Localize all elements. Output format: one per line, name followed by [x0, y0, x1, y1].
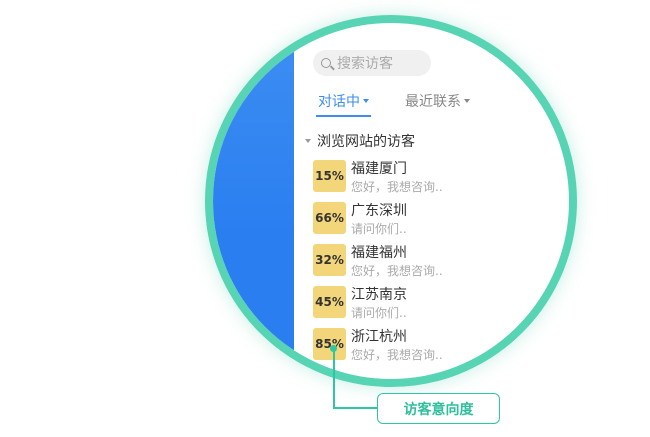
search-placeholder: 搜索访客	[337, 56, 393, 72]
callout-line	[333, 407, 378, 409]
collapse-arrow-icon	[305, 139, 311, 143]
visitor-item[interactable]: 66% 广东深圳 请问你们..	[313, 202, 513, 238]
callout-label: 访客意向度	[377, 393, 500, 424]
chevron-down-icon	[363, 99, 369, 103]
callout-line	[333, 349, 335, 408]
visitor-location: 浙江杭州	[351, 329, 407, 345]
intent-badge: 66%	[313, 202, 346, 234]
visitor-message: 您好，我想咨询..	[351, 348, 443, 362]
magnifier-circle: 搜索访客 对话中 最近联系 浏览网站的访客 15% 福建厦门 您好，我想咨询..…	[205, 15, 577, 387]
intent-badge: 85%	[313, 328, 346, 360]
visitor-location: 福建福州	[351, 245, 407, 261]
visitor-item[interactable]: 45% 江苏南京 请问你们..	[313, 286, 513, 322]
intent-badge: 32%	[313, 244, 346, 276]
chat-panel: 搜索访客 对话中 最近联系 浏览网站的访客 15% 福建厦门 您好，我想咨询..…	[213, 23, 569, 379]
visitor-group-header[interactable]: 浏览网站的访客	[305, 131, 415, 151]
visitor-item[interactable]: 15% 福建厦门 您好，我想咨询..	[313, 160, 513, 196]
intent-badge: 45%	[313, 286, 346, 318]
tab-bar: 对话中 最近联系	[316, 91, 518, 121]
tab-chatting-label: 对话中	[318, 94, 360, 110]
tab-recent-contacts-label: 最近联系	[405, 94, 461, 110]
search-icon	[321, 58, 331, 68]
intent-badge: 15%	[313, 160, 346, 192]
visitor-group-title: 浏览网站的访客	[317, 134, 415, 150]
visitor-message: 请问你们..	[351, 306, 407, 320]
visitor-message: 您好，我想咨询..	[351, 180, 443, 194]
visitor-item[interactable]: 85% 浙江杭州 您好，我想咨询..	[313, 328, 513, 364]
visitor-message: 请问你们..	[351, 222, 407, 236]
chevron-down-icon	[464, 99, 470, 103]
search-box[interactable]: 搜索访客	[313, 50, 431, 76]
visitor-message: 您好，我想咨询..	[351, 264, 443, 278]
visitor-location: 福建厦门	[351, 161, 407, 177]
tab-recent-contacts[interactable]: 最近联系	[405, 91, 470, 111]
visitor-location: 江苏南京	[351, 287, 407, 303]
active-tab-indicator	[316, 115, 371, 117]
visitor-item[interactable]: 32% 福建福州 您好，我想咨询..	[313, 244, 513, 280]
tab-chatting[interactable]: 对话中	[318, 91, 369, 111]
visitor-location: 广东深圳	[351, 203, 407, 219]
